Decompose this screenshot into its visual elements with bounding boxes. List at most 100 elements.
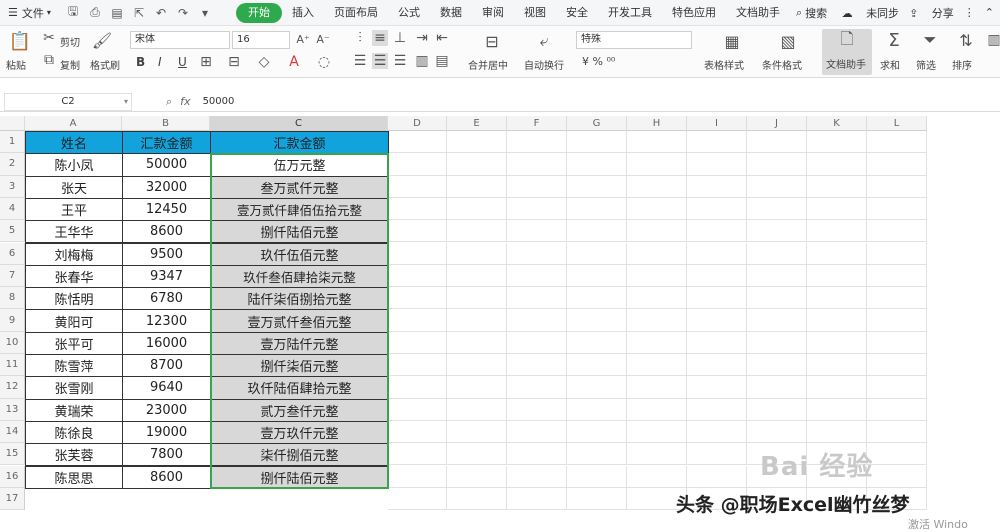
column-header-B[interactable]: B <box>122 116 210 131</box>
amount-cell[interactable]: 12300 <box>122 309 211 333</box>
empty-cell[interactable] <box>627 175 687 198</box>
empty-cell[interactable] <box>867 175 927 198</box>
empty-cell[interactable] <box>747 153 807 176</box>
name-box[interactable]: C2 ▾ <box>4 92 132 111</box>
empty-cell[interactable] <box>567 153 627 176</box>
empty-cell[interactable] <box>447 175 507 198</box>
undo-icon[interactable]: ↶ <box>152 4 170 22</box>
amount-cell[interactable]: 9500 <box>122 242 211 266</box>
italic-button[interactable]: I <box>158 55 162 69</box>
tab-security[interactable]: 安全 <box>556 3 598 23</box>
amount-uppercase-cell[interactable]: 玖仟陆佰肆拾元整 <box>210 376 389 400</box>
sum-button[interactable]: 求和 <box>880 57 900 72</box>
cond-format-icon[interactable]: ▧ <box>778 31 798 51</box>
empty-cell[interactable] <box>867 420 927 444</box>
empty-cell[interactable] <box>807 197 867 221</box>
table-header-cell[interactable]: 姓名 <box>25 131 123 155</box>
empty-cell[interactable] <box>567 331 627 354</box>
empty-cell[interactable] <box>627 443 687 466</box>
empty-cell[interactable] <box>747 131 807 154</box>
justify-icon[interactable]: ▤ <box>434 53 450 69</box>
empty-cell[interactable] <box>627 465 687 488</box>
format-painter-icon[interactable]: 🖌 <box>92 30 112 50</box>
empty-cell[interactable] <box>807 354 867 377</box>
empty-cell[interactable] <box>747 287 807 310</box>
empty-cell[interactable] <box>687 354 747 377</box>
table-header-cell[interactable]: 汇款金额 <box>210 131 389 155</box>
empty-cell[interactable] <box>627 331 687 354</box>
column-header-G[interactable]: G <box>567 116 627 131</box>
tab-data[interactable]: 数据 <box>430 3 472 23</box>
empty-cell[interactable] <box>747 220 807 243</box>
empty-cell[interactable] <box>388 309 447 332</box>
file-menu[interactable]: ☰ 文件 ▾ <box>0 5 62 21</box>
amount-uppercase-cell[interactable]: 捌仟柒佰元整 <box>210 354 389 378</box>
empty-cell[interactable] <box>447 309 507 332</box>
empty-cell[interactable] <box>567 131 627 154</box>
empty-cell[interactable] <box>507 153 567 176</box>
amount-uppercase-cell[interactable]: 壹万贰仟叁佰元整 <box>210 309 389 333</box>
zoom-icon[interactable]: ⌕ <box>166 95 172 109</box>
merge-center-button[interactable]: 合并居中 <box>468 57 508 72</box>
amount-cell[interactable]: 23000 <box>122 398 211 422</box>
align-top-icon[interactable]: ⫶ <box>352 30 368 46</box>
amount-uppercase-cell[interactable]: 叁万贰仟元整 <box>210 175 389 199</box>
share-button[interactable]: ⇪ 分享 <box>909 5 954 21</box>
border-icon[interactable]: ⊞ <box>198 54 214 70</box>
empty-cell[interactable] <box>627 309 687 332</box>
name-cell[interactable]: 黄瑞荣 <box>25 398 123 422</box>
empty-cell[interactable] <box>447 331 507 354</box>
empty-cell[interactable] <box>687 287 747 310</box>
paste-button[interactable]: 粘贴 <box>6 57 26 72</box>
empty-cell[interactable] <box>567 287 627 310</box>
row-header-9[interactable]: 9 <box>0 309 25 332</box>
empty-cell[interactable] <box>567 443 627 466</box>
empty-cell[interactable] <box>507 287 567 310</box>
column-header-F[interactable]: F <box>507 116 567 131</box>
empty-cell[interactable] <box>627 264 687 288</box>
empty-cell[interactable] <box>687 309 747 332</box>
clear-icon[interactable]: ◌ <box>316 54 332 70</box>
row-header-5[interactable]: 5 <box>0 220 25 243</box>
empty-cell[interactable] <box>867 287 927 310</box>
tab-developer[interactable]: 开发工具 <box>598 3 662 23</box>
amount-cell[interactable]: 9347 <box>122 264 211 289</box>
empty-cell[interactable] <box>747 197 807 221</box>
font-color-icon[interactable]: A <box>286 54 302 70</box>
column-header-C[interactable]: C <box>210 116 388 131</box>
bold-button[interactable]: B <box>136 55 145 69</box>
empty-cell[interactable] <box>507 487 567 511</box>
more-icon[interactable]: ▾ <box>196 4 214 22</box>
row-header-7[interactable]: 7 <box>0 264 25 288</box>
row-header-6[interactable]: 6 <box>0 242 25 265</box>
empty-cell[interactable] <box>388 465 447 488</box>
formula-input[interactable]: 50000 <box>203 96 235 107</box>
column-header-D[interactable]: D <box>388 116 447 131</box>
empty-cell[interactable] <box>807 242 867 265</box>
empty-cell[interactable] <box>507 443 567 466</box>
name-cell[interactable]: 刘梅梅 <box>25 242 123 266</box>
amount-cell[interactable]: 16000 <box>122 331 211 355</box>
empty-cell[interactable] <box>867 153 927 176</box>
empty-cell[interactable] <box>807 153 867 176</box>
empty-cell[interactable] <box>687 197 747 221</box>
empty-cell[interactable] <box>807 398 867 421</box>
empty-cell[interactable] <box>567 264 627 288</box>
empty-cell[interactable] <box>507 264 567 288</box>
amount-cell[interactable]: 12450 <box>122 197 211 222</box>
amount-uppercase-cell[interactable]: 贰万叁仟元整 <box>210 398 389 422</box>
table-style-icon[interactable]: ▦ <box>722 31 742 51</box>
tab-doc-helper[interactable]: 文档助手 <box>726 3 790 23</box>
amount-uppercase-cell[interactable]: 壹万陆仟元整 <box>210 331 389 355</box>
column-header-A[interactable]: A <box>25 116 122 131</box>
empty-cell[interactable] <box>687 220 747 243</box>
empty-cell[interactable] <box>388 242 447 265</box>
merge-icon[interactable]: ⊟ <box>226 54 242 70</box>
empty-cell[interactable] <box>747 398 807 421</box>
empty-cell[interactable] <box>807 420 867 444</box>
wrap-text-button[interactable]: 自动换行 <box>524 57 564 72</box>
empty-cell[interactable] <box>447 264 507 288</box>
empty-cell[interactable] <box>747 354 807 377</box>
tab-special-apps[interactable]: 特色应用 <box>662 3 726 23</box>
empty-cell[interactable] <box>388 443 447 466</box>
